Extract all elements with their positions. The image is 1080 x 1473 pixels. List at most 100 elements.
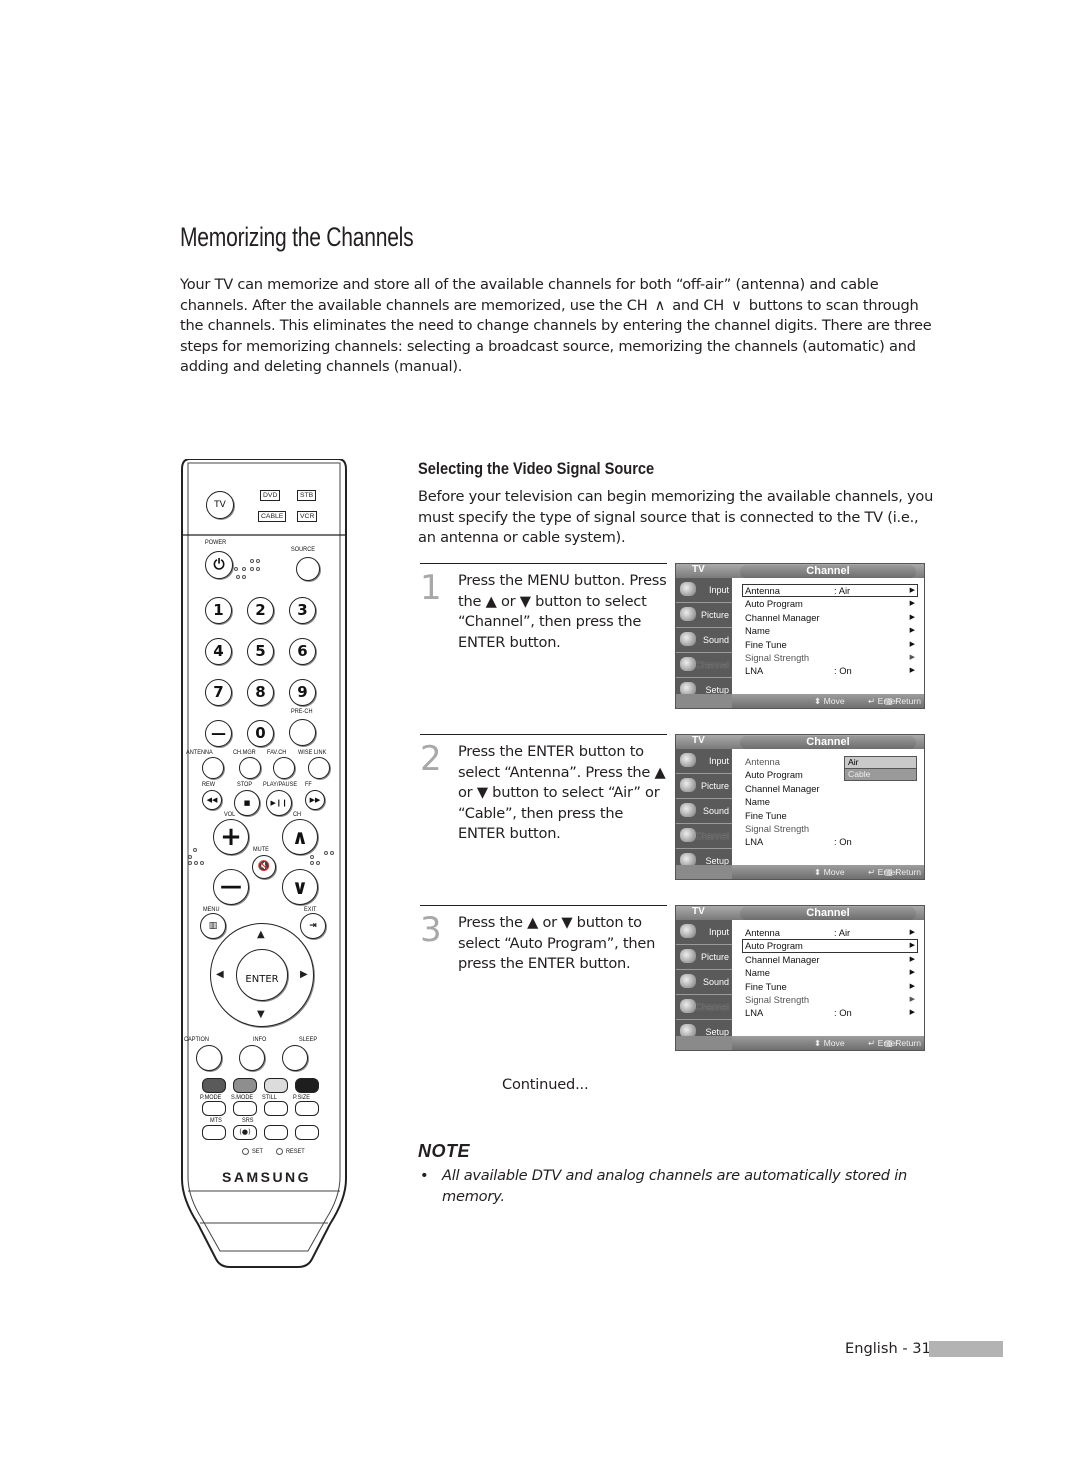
digit-button-9[interactable]: 9	[289, 679, 316, 706]
function-button[interactable]	[233, 1101, 257, 1116]
function-button[interactable]	[295, 1125, 319, 1140]
func-button-antenna[interactable]	[202, 757, 224, 779]
digit-button-8[interactable]: 8	[247, 679, 274, 706]
still-button[interactable]	[264, 1078, 288, 1093]
mute-button[interactable]: 🔇	[252, 855, 276, 879]
power-button[interactable]: ⏻	[205, 551, 233, 579]
step-number: 2	[420, 739, 442, 779]
sidebar-item-sound[interactable]: Sound	[676, 799, 732, 824]
set-pinhole[interactable]	[242, 1148, 249, 1155]
transport-button-ff[interactable]: ▶▶	[305, 790, 325, 810]
channel-down-button[interactable]: ∨	[282, 869, 318, 905]
menu-item-lna[interactable]: LNA: On ▶	[742, 664, 918, 677]
menu-item-auto-program[interactable]: Auto Program ▶	[742, 939, 918, 953]
caption-button[interactable]	[196, 1045, 222, 1071]
menu-footer: ⬍ Move ↵ Enter ▥ Return	[732, 865, 924, 879]
psize-button[interactable]	[295, 1078, 319, 1093]
led-dot	[310, 861, 314, 865]
menu-item-lna[interactable]: LNA: On ▶	[742, 1006, 918, 1019]
digit-button-3[interactable]: 3	[289, 597, 316, 624]
menu-item-channel-manager[interactable]: Channel Manager ▶	[742, 953, 918, 966]
digit-button-dash[interactable]: —	[205, 720, 232, 747]
mts-button[interactable]	[202, 1125, 226, 1140]
down-arrow-button[interactable]: ▼	[257, 1009, 265, 1020]
digit-button-6[interactable]: 6	[289, 638, 316, 665]
transport-button-rew[interactable]: ◀◀	[202, 790, 222, 810]
sidebar-item-picture[interactable]: Picture	[676, 603, 732, 628]
digit-button-2[interactable]: 2	[247, 597, 274, 624]
menu-item-channel-manager[interactable]: Channel Manager	[742, 782, 918, 795]
transport-button-playpause[interactable]: ▶❙❙	[266, 790, 292, 816]
sidebar-item-sound[interactable]: Sound	[676, 628, 732, 653]
menu-item-antenna[interactable]: Antenna: Air ▶	[742, 584, 918, 598]
enter-button[interactable]: ENTER	[236, 949, 288, 1001]
sidebar-item-channel[interactable]: Channel	[676, 995, 732, 1020]
function-button[interactable]	[202, 1101, 226, 1116]
step-2: 2 Press the ENTER button to select “Ante…	[400, 734, 668, 854]
menu-item-fine-tune[interactable]: Fine Tune	[742, 809, 918, 822]
dvd-mode-button[interactable]: DVD	[260, 490, 281, 501]
right-arrow-button[interactable]: ▶	[300, 969, 308, 980]
reset-pinhole[interactable]	[276, 1148, 283, 1155]
sidebar-item-channel[interactable]: Channel	[676, 653, 732, 678]
smode-button[interactable]	[233, 1078, 257, 1093]
prech-button[interactable]	[289, 719, 316, 746]
sidebar-item-input[interactable]: Input	[676, 578, 732, 603]
func-button-favch[interactable]	[273, 757, 295, 779]
led-dot	[310, 855, 314, 859]
pmode-button[interactable]	[202, 1078, 226, 1093]
left-arrow-button[interactable]: ◀	[216, 969, 224, 980]
digit-button-1[interactable]: 1	[205, 597, 232, 624]
sidebar-item-input[interactable]: Input	[676, 749, 732, 774]
volume-up-button[interactable]: +	[213, 819, 249, 855]
digit-button-5[interactable]: 5	[247, 638, 274, 665]
digit-button-0[interactable]: 0	[247, 720, 274, 747]
digit-button-7[interactable]: 7	[205, 679, 232, 706]
transport-button-stop[interactable]: ■	[234, 790, 260, 816]
arrow-right-icon: ▶	[909, 1009, 915, 1017]
menu-item-antenna[interactable]: Antenna: Air ▶	[742, 926, 918, 939]
stb-mode-button[interactable]: STB	[297, 490, 317, 501]
menu-item-signal-strength[interactable]: Signal Strength ▶	[742, 651, 918, 664]
func-button-wiselink[interactable]	[308, 757, 330, 779]
function-button[interactable]	[295, 1101, 319, 1116]
function-button[interactable]	[264, 1101, 288, 1116]
menu-item-auto-program[interactable]: Auto Program ▶	[742, 597, 918, 610]
sidebar-item-sound[interactable]: Sound	[676, 970, 732, 995]
sidebar-item-picture[interactable]: Picture	[676, 774, 732, 799]
led-dot	[242, 575, 246, 579]
cable-mode-button[interactable]: CABLE	[258, 511, 287, 522]
note-item: • All available DTV and analog channels …	[420, 1166, 920, 1207]
option-cable[interactable]: Cable	[844, 768, 917, 781]
sidebar-item-picture[interactable]: Picture	[676, 945, 732, 970]
led-dot	[188, 861, 192, 865]
menu-item-signal-strength[interactable]: Signal Strength ▶	[742, 993, 918, 1006]
menu-item-fine-tune[interactable]: Fine Tune ▶	[742, 980, 918, 993]
menu-button[interactable]: ▥	[200, 913, 226, 939]
menu-item-lna[interactable]: LNA: On	[742, 835, 918, 848]
volume-down-button[interactable]: —	[213, 869, 249, 905]
source-button[interactable]	[296, 557, 320, 581]
up-arrow-button[interactable]: ▲	[257, 929, 265, 940]
step-number: 3	[420, 910, 442, 950]
tv-mode-button[interactable]: TV	[206, 491, 234, 519]
function-button[interactable]	[264, 1125, 288, 1140]
sleep-button[interactable]	[282, 1045, 308, 1071]
menu-item-channel-manager[interactable]: Channel Manager ▶	[742, 611, 918, 624]
menu-item-name[interactable]: Name ▶	[742, 624, 918, 637]
led-dot	[256, 567, 260, 571]
channel-up-button[interactable]: ∧	[282, 819, 318, 855]
menu-item-name[interactable]: Name ▶	[742, 966, 918, 979]
exit-button[interactable]: ⇥	[300, 913, 326, 939]
func-button-chmgr[interactable]	[239, 757, 261, 779]
menu-item-name[interactable]: Name	[742, 795, 918, 808]
menu-item-fine-tune[interactable]: Fine Tune ▶	[742, 638, 918, 651]
led-dot	[316, 861, 320, 865]
srs-button[interactable]: (●)	[233, 1125, 257, 1140]
vcr-mode-button[interactable]: VCR	[297, 511, 318, 522]
sidebar-item-channel[interactable]: Channel	[676, 824, 732, 849]
digit-button-4[interactable]: 4	[205, 638, 232, 665]
menu-item-signal-strength[interactable]: Signal Strength	[742, 822, 918, 835]
info-button[interactable]	[239, 1045, 265, 1071]
sidebar-item-input[interactable]: Input	[676, 920, 732, 945]
